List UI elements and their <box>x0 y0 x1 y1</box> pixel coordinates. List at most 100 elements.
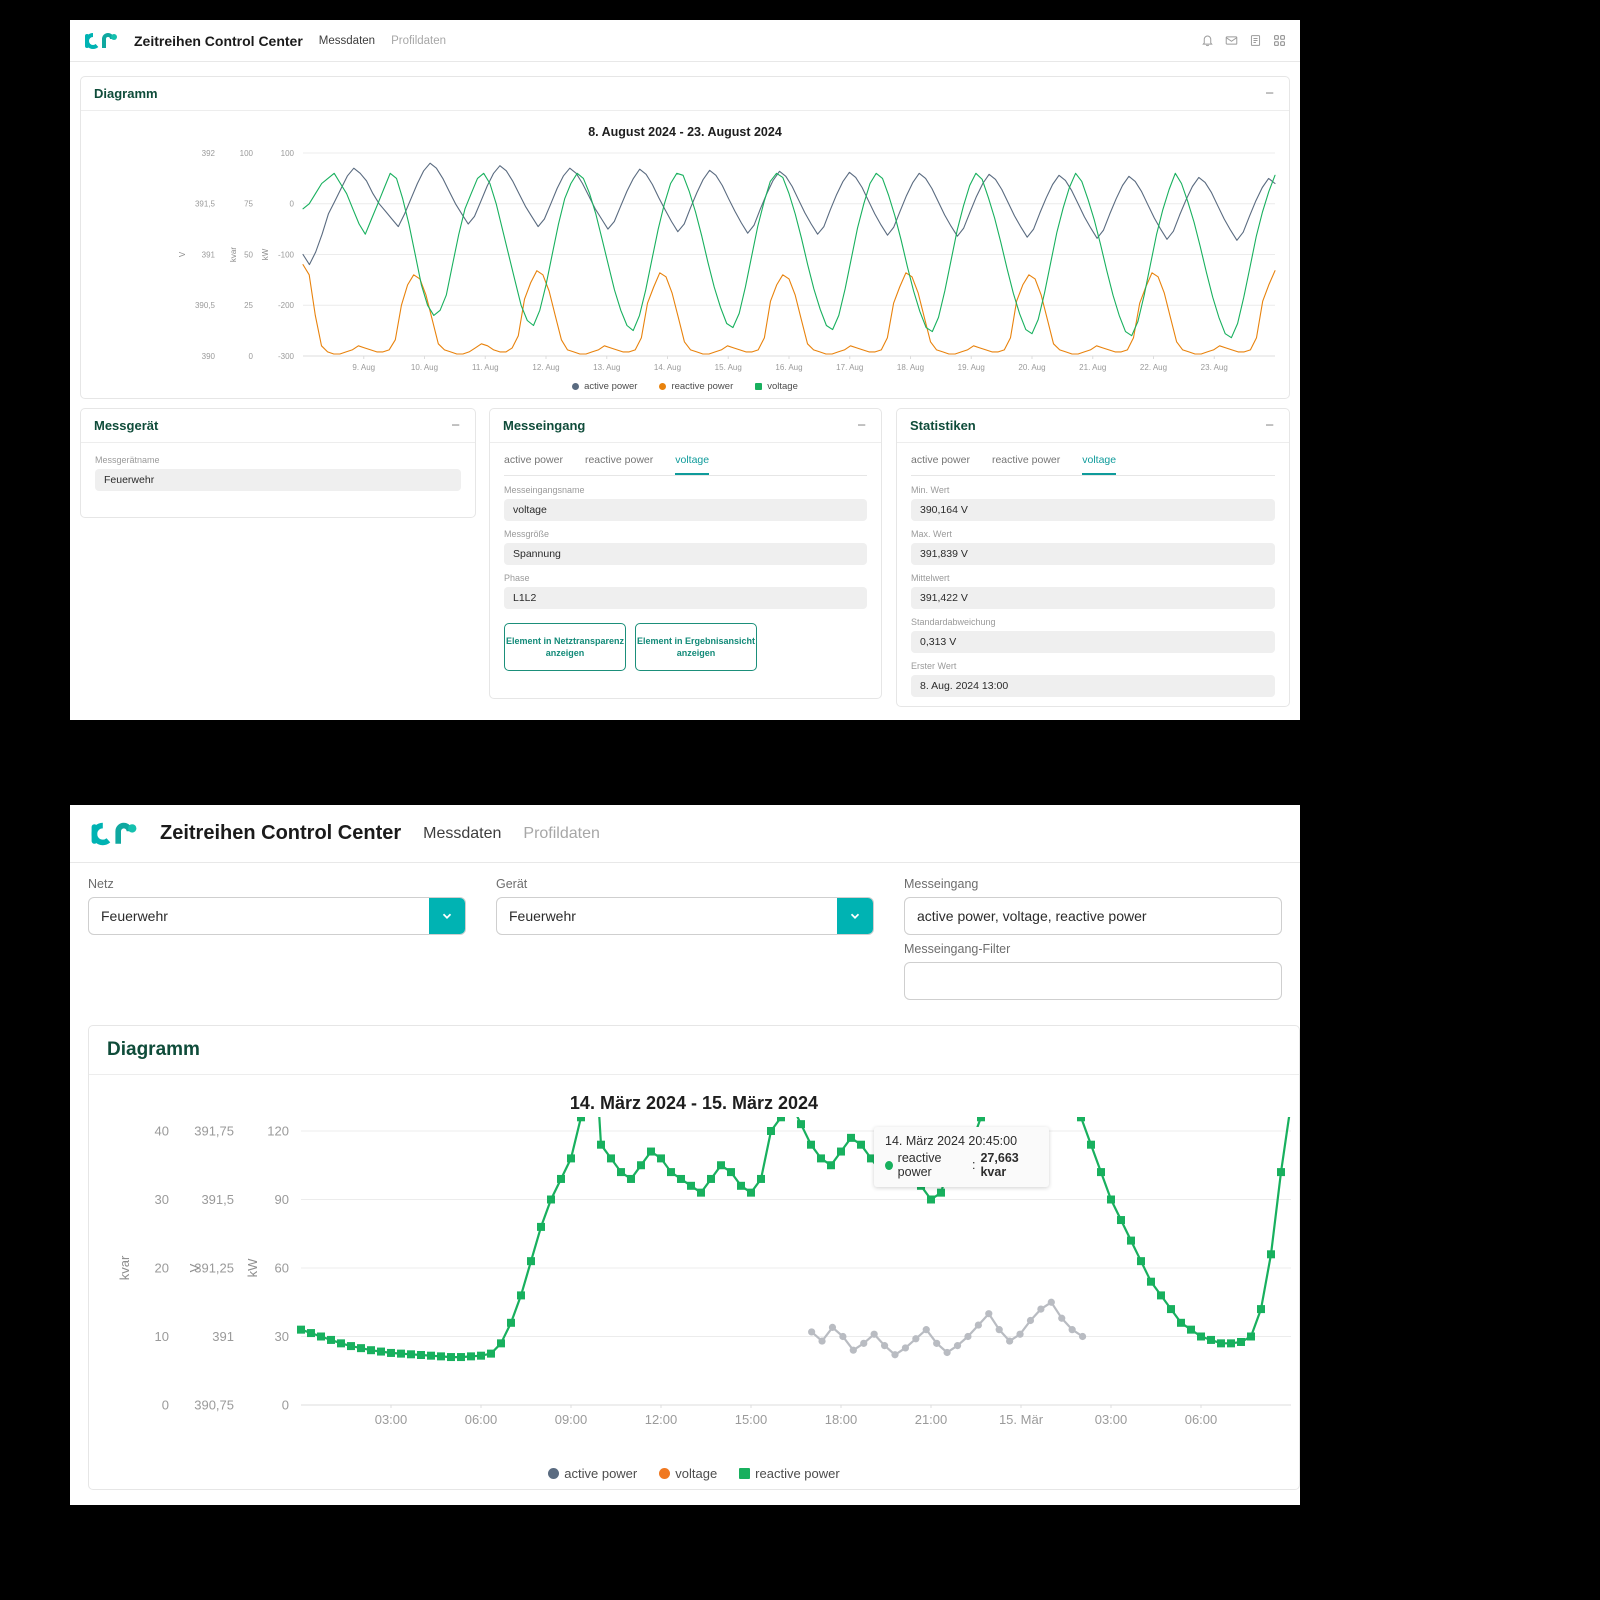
collapse-icon-statistiken[interactable]: − <box>1263 418 1276 433</box>
chart-svg-bottom[interactable]: 403020100kvar391,75391,5391,25391390,75V… <box>89 1117 1299 1447</box>
tab-voltage-statistiken[interactable]: voltage <box>1082 454 1117 475</box>
selector-row: Netz Feuerwehr Gerät Feuerwehr Messeinga… <box>70 863 1300 1000</box>
messeingang-card-title: Messeingang <box>503 418 586 433</box>
nav-item-messdaten[interactable]: Messdaten <box>319 35 375 47</box>
collapse-icon-diagramm-top[interactable]: − <box>1263 86 1276 101</box>
tooltip-series-name: reactive power <box>897 1151 942 1179</box>
svg-text:9. Aug: 9. Aug <box>352 363 375 372</box>
svg-text:391,5: 391,5 <box>195 200 216 209</box>
legend-square-icon <box>739 1468 751 1479</box>
messeingang-select-label: Messeingang <box>904 877 979 891</box>
messgroesse-label: Messgröße <box>504 529 550 539</box>
document-icon[interactable] <box>1249 34 1262 47</box>
messeingangsname-value[interactable]: voltage <box>504 499 867 521</box>
diagramm-card-bottom: Diagramm 14. März 2024 - 15. März 2024 4… <box>88 1025 1300 1490</box>
svg-text:40: 40 <box>155 1124 169 1139</box>
svg-text:75: 75 <box>244 200 253 209</box>
apps-grid-icon[interactable] <box>1273 34 1286 47</box>
svg-text:390,75: 390,75 <box>194 1398 234 1413</box>
messgroesse-value[interactable]: Spannung <box>504 543 867 565</box>
stat-min-wert-label: Min. Wert <box>911 485 950 495</box>
collapse-icon-messgeraet[interactable]: − <box>449 418 462 433</box>
svg-text:kW: kW <box>245 1258 260 1278</box>
svg-text:391: 391 <box>202 250 216 259</box>
legend-item[interactable]: reactive power <box>659 381 733 392</box>
svg-text:15:00: 15:00 <box>735 1412 768 1427</box>
svg-text:14. Aug: 14. Aug <box>654 363 681 372</box>
stat-min-wert: Min. Wert 390,164 V <box>911 485 1275 521</box>
diagramm-card-header-bottom: Diagramm <box>89 1026 1299 1075</box>
svg-text:30: 30 <box>155 1192 169 1207</box>
nav-item-profildaten-bottom[interactable]: Profildaten <box>523 825 600 843</box>
netz-label: Netz <box>88 877 114 891</box>
chart-svg-top[interactable]: 392 391,5 391 390,5 390 V 100 75 50 25 0 kvar 100 0 -1… <box>81 141 1289 386</box>
stat-max-wert-value[interactable]: 391,839 V <box>911 543 1275 565</box>
tab-active-power-statistiken[interactable]: active power <box>911 454 970 475</box>
svg-text:60: 60 <box>275 1261 289 1276</box>
mail-icon[interactable] <box>1225 34 1238 47</box>
legend-item[interactable]: reactive power <box>739 1466 840 1481</box>
stat-max-wert-label: Max. Wert <box>911 529 952 539</box>
svg-text:30: 30 <box>275 1329 289 1344</box>
messgeraetname-value[interactable]: Feuerwehr <box>95 469 461 491</box>
messgeraet-card-body: Messgerätname Feuerwehr <box>81 443 475 503</box>
statistiken-tabs: active power reactive power voltage <box>911 454 1275 476</box>
legend-circle-icon <box>659 1468 671 1479</box>
tooltip-series-marker-icon <box>885 1160 893 1170</box>
nav-item-profildaten[interactable]: Profildaten <box>391 35 446 47</box>
header-icon-group <box>1201 34 1286 47</box>
chart-legend-top: active power reactive power voltage <box>81 381 1289 392</box>
legend-item[interactable]: voltage <box>755 381 798 392</box>
messeingang-filter-field[interactable] <box>905 972 1281 990</box>
stat-standardabweichung-label: Standardabweichung <box>911 617 996 627</box>
legend-item[interactable]: active power <box>548 1466 637 1481</box>
legend-item[interactable]: active power <box>572 381 637 392</box>
stat-standardabweichung-value[interactable]: 0,313 V <box>911 631 1275 653</box>
messeingang-card-body: active power reactive power voltage Mess… <box>490 443 881 671</box>
svg-text:kvar: kvar <box>117 1255 132 1280</box>
tooltip-series-value: 27,663 kvar <box>980 1151 1019 1179</box>
svg-text:kW: kW <box>261 248 270 260</box>
stat-standardabweichung: Standardabweichung 0,313 V <box>911 617 1275 653</box>
chevron-down-icon-geraet[interactable] <box>837 898 873 934</box>
stat-mittelwert-label: Mittelwert <box>911 573 950 583</box>
tab-active-power-messeingang[interactable]: active power <box>504 454 563 475</box>
netz-select[interactable]: Feuerwehr <box>88 897 466 935</box>
svg-text:-300: -300 <box>278 352 295 361</box>
svg-text:0: 0 <box>249 352 254 361</box>
stat-mittelwert-value[interactable]: 391,422 V <box>911 587 1275 609</box>
messgeraet-card: Messgerät − Messgerätname Feuerwehr <box>80 408 476 518</box>
app-title: Zeitreihen Control Center <box>134 32 303 49</box>
messeingang-select[interactable]: active power, voltage, reactive power <box>904 897 1282 935</box>
svg-text:12:00: 12:00 <box>645 1412 678 1427</box>
legend-item[interactable]: voltage <box>659 1466 717 1481</box>
brand-logo-icon-bottom[interactable] <box>90 820 138 848</box>
svg-text:20. Aug: 20. Aug <box>1018 363 1045 372</box>
nav-item-messdaten-bottom[interactable]: Messdaten <box>423 825 501 843</box>
bell-icon[interactable] <box>1201 34 1214 47</box>
svg-text:0: 0 <box>162 1398 169 1413</box>
svg-text:20: 20 <box>155 1261 169 1276</box>
messgroesse-field: Messgröße Spannung <box>504 529 867 565</box>
svg-text:392: 392 <box>202 149 216 158</box>
tooltip-timestamp: 14. März 2024 20:45:00 <box>885 1134 1018 1148</box>
show-in-ergebnisansicht-button[interactable]: Element in Ergebnisansicht anzeigen <box>635 623 757 671</box>
collapse-icon-messeingang[interactable]: − <box>855 418 868 433</box>
messgeraetname-label: Messgerätname <box>95 455 160 465</box>
phase-field: Phase L1L2 <box>504 573 867 609</box>
geraet-select[interactable]: Feuerwehr <box>496 897 874 935</box>
svg-text:15. Mär: 15. Mär <box>999 1412 1044 1427</box>
messeingang-filter-input[interactable] <box>904 962 1282 1000</box>
tab-reactive-power-statistiken[interactable]: reactive power <box>992 454 1060 475</box>
phase-value[interactable]: L1L2 <box>504 587 867 609</box>
statistiken-card-body: active power reactive power voltage Min.… <box>897 443 1289 697</box>
chevron-down-icon-netz[interactable] <box>429 898 465 934</box>
stat-min-wert-value[interactable]: 390,164 V <box>911 499 1275 521</box>
stat-erster-wert-value[interactable]: 8. Aug. 2024 13:00 <box>911 675 1275 697</box>
messgeraet-card-title: Messgerät <box>94 418 159 433</box>
svg-text:19. Aug: 19. Aug <box>958 363 985 372</box>
tab-voltage-messeingang[interactable]: voltage <box>675 454 710 475</box>
show-in-netztransparenz-button[interactable]: Element in Netztransparenz anzeigen <box>504 623 626 671</box>
tab-reactive-power-messeingang[interactable]: reactive power <box>585 454 653 475</box>
brand-logo-icon[interactable] <box>84 31 118 51</box>
